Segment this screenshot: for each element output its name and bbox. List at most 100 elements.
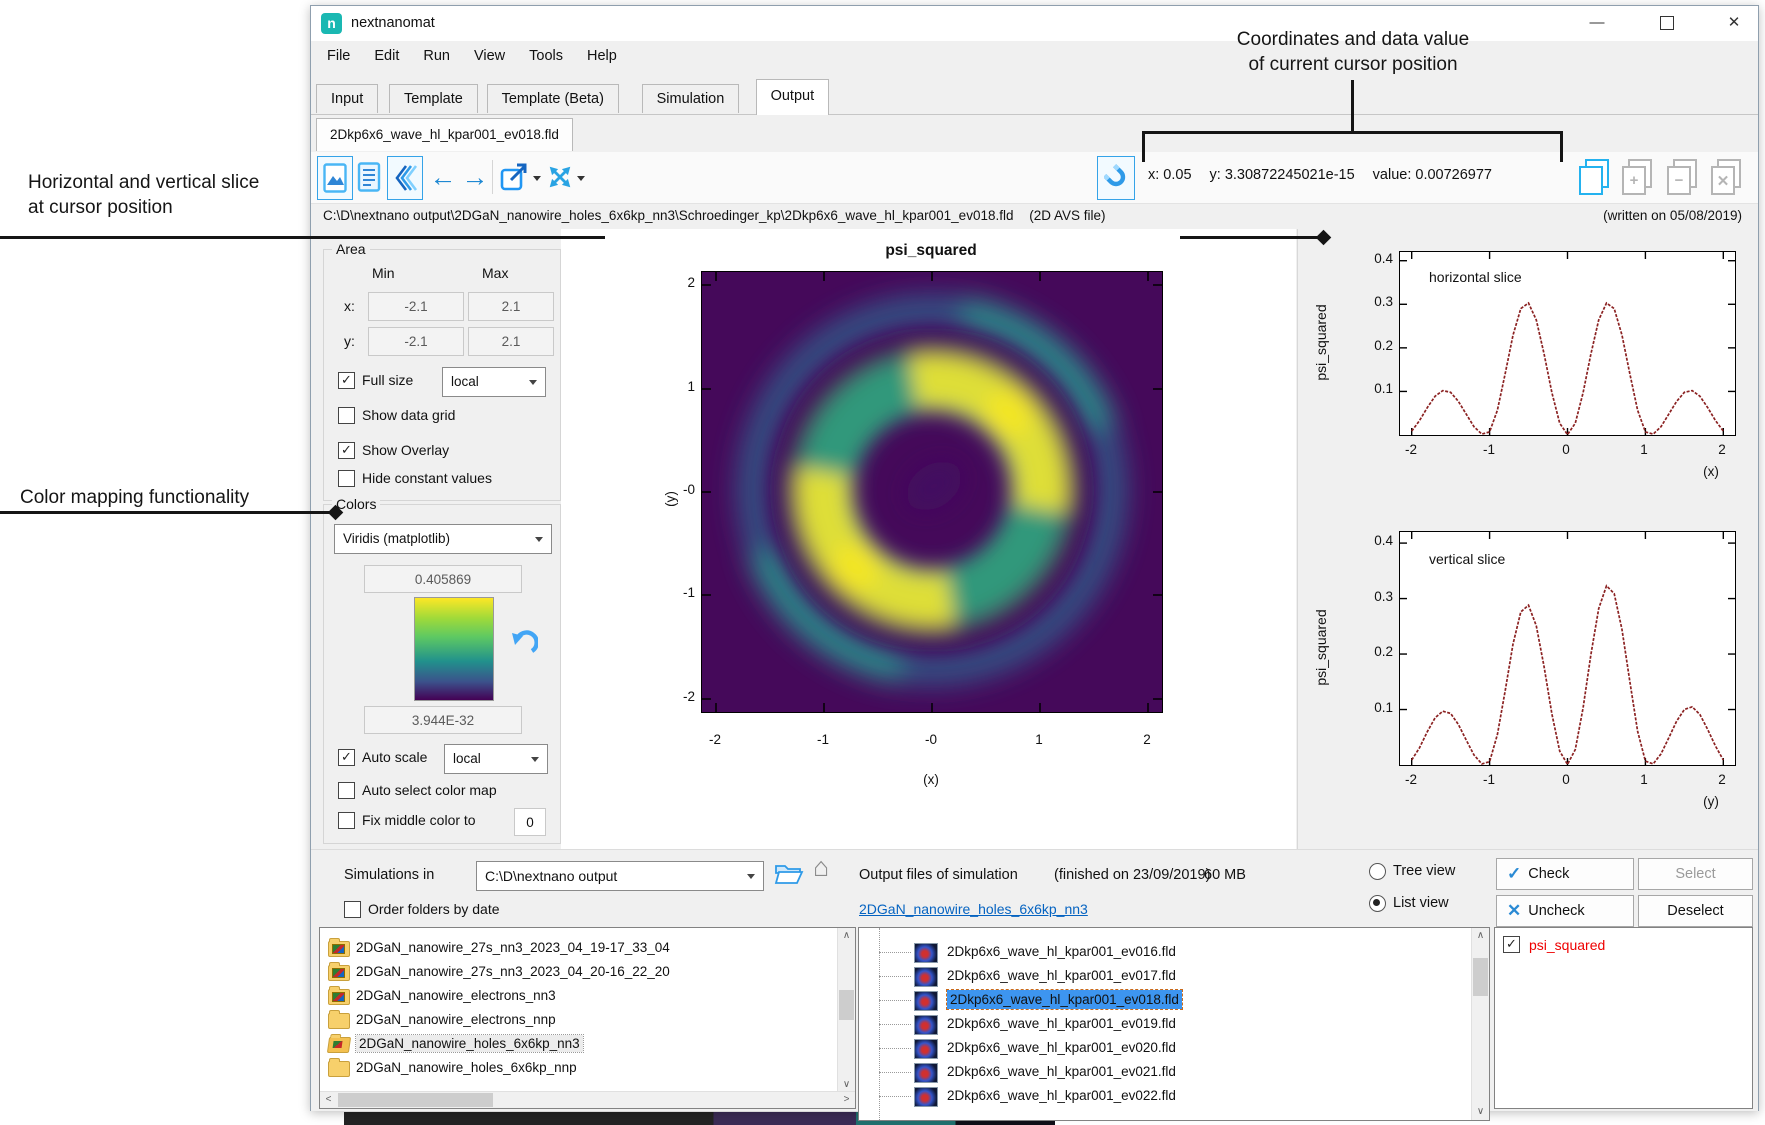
scroll-up-icon[interactable]: ∧ (1472, 928, 1489, 944)
full-size-checkbox[interactable]: ✓ (338, 372, 355, 389)
menu-item[interactable]: Run (411, 44, 462, 72)
report-icon (357, 162, 381, 192)
folder-row[interactable]: 2DGaN_nanowire_27s_nn3_2023_04_20-16_22_… (320, 960, 855, 984)
annotation-slices-leader (0, 236, 605, 239)
fullscreen-dropdown-caret[interactable] (577, 176, 585, 181)
x-min-field[interactable]: -2.1 (368, 292, 464, 321)
menu-item[interactable]: Help (575, 44, 629, 72)
close-button[interactable]: ✕ (1711, 6, 1757, 39)
maximize-button[interactable] (1644, 6, 1690, 39)
next-file-button[interactable]: → (458, 156, 492, 198)
folder-row[interactable]: 2DGaN_nanowire_electrons_nnp (320, 1008, 855, 1032)
vslice-x-ticklabels: -2-1012 (1399, 772, 1734, 788)
psi-squared-heatmap[interactable] (701, 271, 1163, 713)
tab-output[interactable]: Output (756, 79, 830, 115)
auto-select-colormap-checkbox[interactable] (338, 782, 355, 799)
folder-row[interactable]: 2DGaN_nanowire_holes_6x6kp_nn3 (320, 1032, 855, 1056)
file-row[interactable]: 2Dkp6x6_wave_hl_kpar001_ev022.fld (859, 1084, 1489, 1108)
remove-tab-button[interactable]: − (1664, 157, 1698, 197)
vslice-label: vertical slice (1429, 551, 1505, 567)
home-button[interactable]: ⌂ (813, 852, 829, 883)
add-tab-button[interactable]: + (1619, 157, 1653, 197)
component-checkbox[interactable]: ✓ (1503, 936, 1520, 953)
file-row[interactable]: 2Dkp6x6_wave_hl_kpar001_ev021.fld (859, 1060, 1489, 1084)
menu-item[interactable]: Edit (362, 44, 411, 72)
hide-constant-checkbox[interactable] (338, 470, 355, 487)
folder-row[interactable]: 2DGaN_nanowire_holes_6x6kp_nnp (320, 1056, 855, 1080)
colormap-max-field[interactable]: 0.405869 (364, 565, 522, 593)
output-files-label: Output files of simulation (859, 867, 1018, 883)
colormap-dropdown[interactable]: Viridis (matplotlib) (334, 524, 552, 554)
x-max-field[interactable]: 2.1 (468, 292, 554, 321)
fix-middle-color-checkbox[interactable] (338, 812, 355, 829)
folder-list-hscrollbar[interactable]: < > (320, 1091, 855, 1108)
order-folders-checkbox[interactable] (344, 901, 361, 918)
colormap-min-field[interactable]: 3.944E-32 (364, 706, 522, 734)
cursor-data-value: value: 0.00726977 (1373, 167, 1492, 183)
y-max-field[interactable]: 2.1 (468, 327, 554, 356)
file-row[interactable]: 2Dkp6x6_wave_hl_kpar001_ev017.fld (859, 964, 1489, 988)
new-tab-button[interactable] (1576, 157, 1610, 197)
tab-simulation[interactable]: Simulation (642, 84, 740, 113)
export-icon (499, 161, 529, 193)
auto-scale-checkbox[interactable]: ✓ (338, 749, 355, 766)
scroll-up-icon[interactable]: ∧ (838, 928, 855, 944)
tab-template[interactable]: Template (389, 84, 478, 113)
component-list: ✓ psi_squared (1494, 927, 1753, 1109)
scroll-left-icon[interactable]: < (320, 1092, 337, 1108)
show-data-grid-checkbox[interactable] (338, 407, 355, 424)
show-overlay-checkbox[interactable]: ✓ (338, 442, 355, 459)
check-button[interactable]: ✓ Check (1496, 858, 1634, 890)
file-list: 2Dkp6x6_wave_hl_kpar001_ev016.fld 2Dkp6x… (858, 927, 1490, 1121)
slices-icon (392, 163, 418, 193)
minimize-icon: — (1590, 14, 1605, 31)
simulation-folder-link[interactable]: 2DGaN_nanowire_holes_6x6kp_nn3 (859, 901, 1088, 917)
folder-row[interactable]: 2DGaN_nanowire_electrons_nn3 (320, 984, 855, 1008)
snap-cursor-button[interactable] (1097, 156, 1135, 200)
simulations-path-dropdown[interactable]: C:\D\nextnano output (476, 861, 764, 891)
menu-item[interactable]: Tools (517, 44, 575, 72)
document-tab[interactable]: 2Dkp6x6_wave_hl_kpar001_ev018.fld (316, 118, 573, 151)
menu-item[interactable]: View (462, 44, 517, 72)
file-row[interactable]: 2Dkp6x6_wave_hl_kpar001_ev018.fld (859, 988, 1489, 1012)
file-row[interactable]: 2Dkp6x6_wave_hl_kpar001_ev020.fld (859, 1036, 1489, 1060)
uncheck-button[interactable]: ✕ Uncheck (1496, 895, 1634, 927)
folder-row[interactable]: 2DGaN_nanowire_27s_nn3_2023_04_19-17_33_… (320, 936, 855, 960)
file-list-vscrollbar[interactable]: ∧ ∨ (1471, 928, 1489, 1120)
file-row[interactable]: 2Dkp6x6_wave_hl_kpar001_ev016.fld (859, 940, 1489, 964)
deselect-button[interactable]: Deselect (1638, 895, 1753, 927)
slices-view-button[interactable] (387, 156, 423, 200)
list-view-radio[interactable] (1369, 895, 1386, 912)
full-size-mode-dropdown[interactable]: local (442, 367, 546, 397)
auto-scale-mode-dropdown[interactable]: local (444, 744, 548, 774)
scroll-down-icon[interactable]: ∨ (1472, 1104, 1489, 1120)
title-bar[interactable]: n nextnanomat — ✕ (311, 6, 1758, 41)
tab-template-beta-[interactable]: Template (Beta) (487, 84, 619, 113)
annotation-coordinates-bracket (1142, 131, 1563, 134)
export-button[interactable] (497, 156, 531, 198)
annotation-slices: Horizontal and vertical slice at cursor … (28, 170, 328, 220)
previous-file-button[interactable]: ← (426, 156, 460, 198)
export-dropdown-caret[interactable] (533, 176, 541, 181)
folder-list-vscrollbar[interactable]: ∧ ∨ (837, 928, 855, 1093)
annotation-slices-line2: at cursor position (28, 195, 328, 220)
open-folder-button[interactable] (774, 862, 804, 886)
component-item[interactable]: ✓ psi_squared (1503, 936, 1605, 953)
arrow-left-icon: ← (430, 157, 457, 197)
fullscreen-button[interactable] (543, 156, 577, 198)
scroll-right-icon[interactable]: > (838, 1092, 855, 1108)
file-row[interactable]: 2Dkp6x6_wave_hl_kpar001_ev019.fld (859, 1012, 1489, 1036)
fix-middle-color-value[interactable]: 0 (514, 808, 546, 836)
close-tab-button[interactable]: ✕ (1708, 157, 1742, 197)
show-text-button[interactable] (352, 156, 386, 198)
flip-colormap-button[interactable] (510, 627, 538, 657)
auto-scale-label: Auto scale (362, 749, 427, 765)
select-button[interactable]: Select (1638, 858, 1753, 890)
tab-input[interactable]: Input (316, 84, 378, 113)
tree-view-radio[interactable] (1369, 863, 1386, 880)
maximize-icon (1660, 16, 1674, 30)
minimize-button[interactable]: — (1574, 6, 1620, 39)
annotation-slices-leader2 (1180, 236, 1319, 239)
y-min-field[interactable]: -2.1 (368, 327, 464, 356)
menu-item[interactable]: File (315, 44, 362, 72)
